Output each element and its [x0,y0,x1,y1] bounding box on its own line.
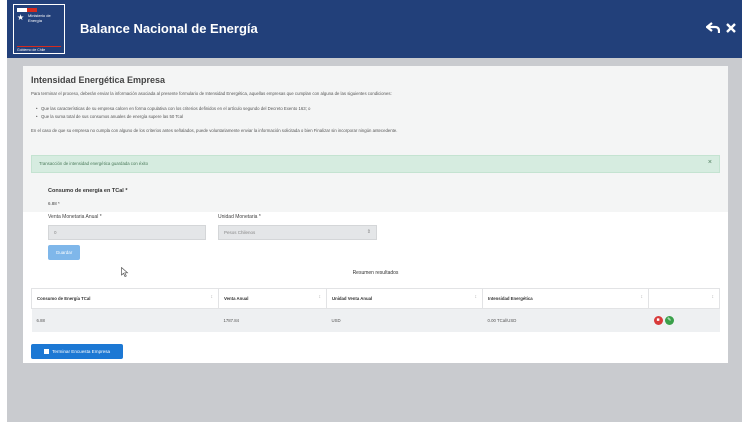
column-header[interactable]: Intensidad Energética ↕ [482,288,649,309]
guardar-button[interactable]: Guardar [48,245,80,260]
condition-item: Que las características de su empresa ca… [36,106,311,111]
note-text: En el caso de que su empresa no cumpla c… [31,128,398,133]
trash-icon[interactable]: ■ [653,316,663,325]
back-arrow-icon[interactable] [703,17,723,39]
ministry-logo: ★ Ministerio de Energía Gobierno de Chil… [13,4,65,54]
summary-table: Consumo de Energía TCal ↕ Venta Anual ↕ Un… [31,288,720,332]
page-title: Intensidad Energética Empresa [31,75,166,85]
star-icon: ★ [17,13,25,22]
table-row: 6.88 1787.84 USD 0.00 TCal/USD ■ ✎ [31,308,720,332]
terminar-label: Terminar Encuesta Empresa [52,349,111,354]
column-header[interactable]: Unidad Venta Anual ↕ [326,288,483,309]
sort-icon: ↕ [210,294,214,300]
condition-item: Que la suma total de sus consumos anuale… [36,114,183,119]
logo-text: Ministerio de Energía [28,13,51,23]
condition-suffix: ; o [305,106,311,111]
close-icon[interactable] [721,17,741,39]
logo-subtext: Gobierno de Chile [17,46,61,52]
table-cell: 6.88 [31,308,219,332]
info-section: Intensidad Energética Empresa Para termi… [23,66,728,212]
sort-icon: ↕ [640,294,644,300]
unidad-select[interactable]: Pesos Chilenos ⇕ [218,225,377,240]
alert-text: Transacción de intensidad energética gua… [39,161,149,166]
intro-text: Para terminar el proceso, deberán enviar… [31,91,392,96]
table-actions: ■ ✎ [648,308,720,332]
main-card: Intensidad Energética Empresa Para termi… [23,66,728,363]
consumo-value: 6.88 * [48,201,60,206]
summary-title: Resumen resultados [352,270,399,276]
column-header[interactable]: ↕ [648,288,720,309]
app-header: ★ Ministerio de Energía Gobierno de Chil… [7,0,742,58]
chevron-updown-icon: ⇕ [366,229,371,235]
app-title: Balance Nacional de Energía [80,21,258,36]
app-window: ★ Ministerio de Energía Gobierno de Chil… [7,0,742,422]
venta-label: Venta Monetaria Anual * [48,214,102,220]
consumo-label: Consumo de energía en TCal * [48,188,128,194]
decree-link[interactable]: 163 [298,106,305,111]
save-icon [43,349,49,355]
success-alert: Transacción de intensidad energética gua… [31,155,720,173]
terminar-button[interactable]: Terminar Encuesta Empresa [31,344,123,359]
column-header[interactable]: Consumo de Energía TCal ↕ [31,288,219,309]
condition-text: Que las características de su empresa ca… [41,106,299,111]
sort-icon: ↕ [318,294,322,300]
table-cell: 0.00 TCal/USD [482,308,649,332]
column-header[interactable]: Venta Anual ↕ [218,288,327,309]
unidad-label: Unidad Monetaria * [218,214,261,220]
venta-input[interactable]: 0 [48,225,206,240]
sort-icon: ↕ [474,294,478,300]
edit-icon[interactable]: ✎ [664,316,674,325]
table-cell: USD [326,308,483,332]
sort-icon: ↕ [711,294,715,300]
unidad-selected: Pesos Chilenos [224,230,256,235]
close-icon[interactable]: × [708,159,712,166]
table-cell: 1787.84 [218,308,327,332]
